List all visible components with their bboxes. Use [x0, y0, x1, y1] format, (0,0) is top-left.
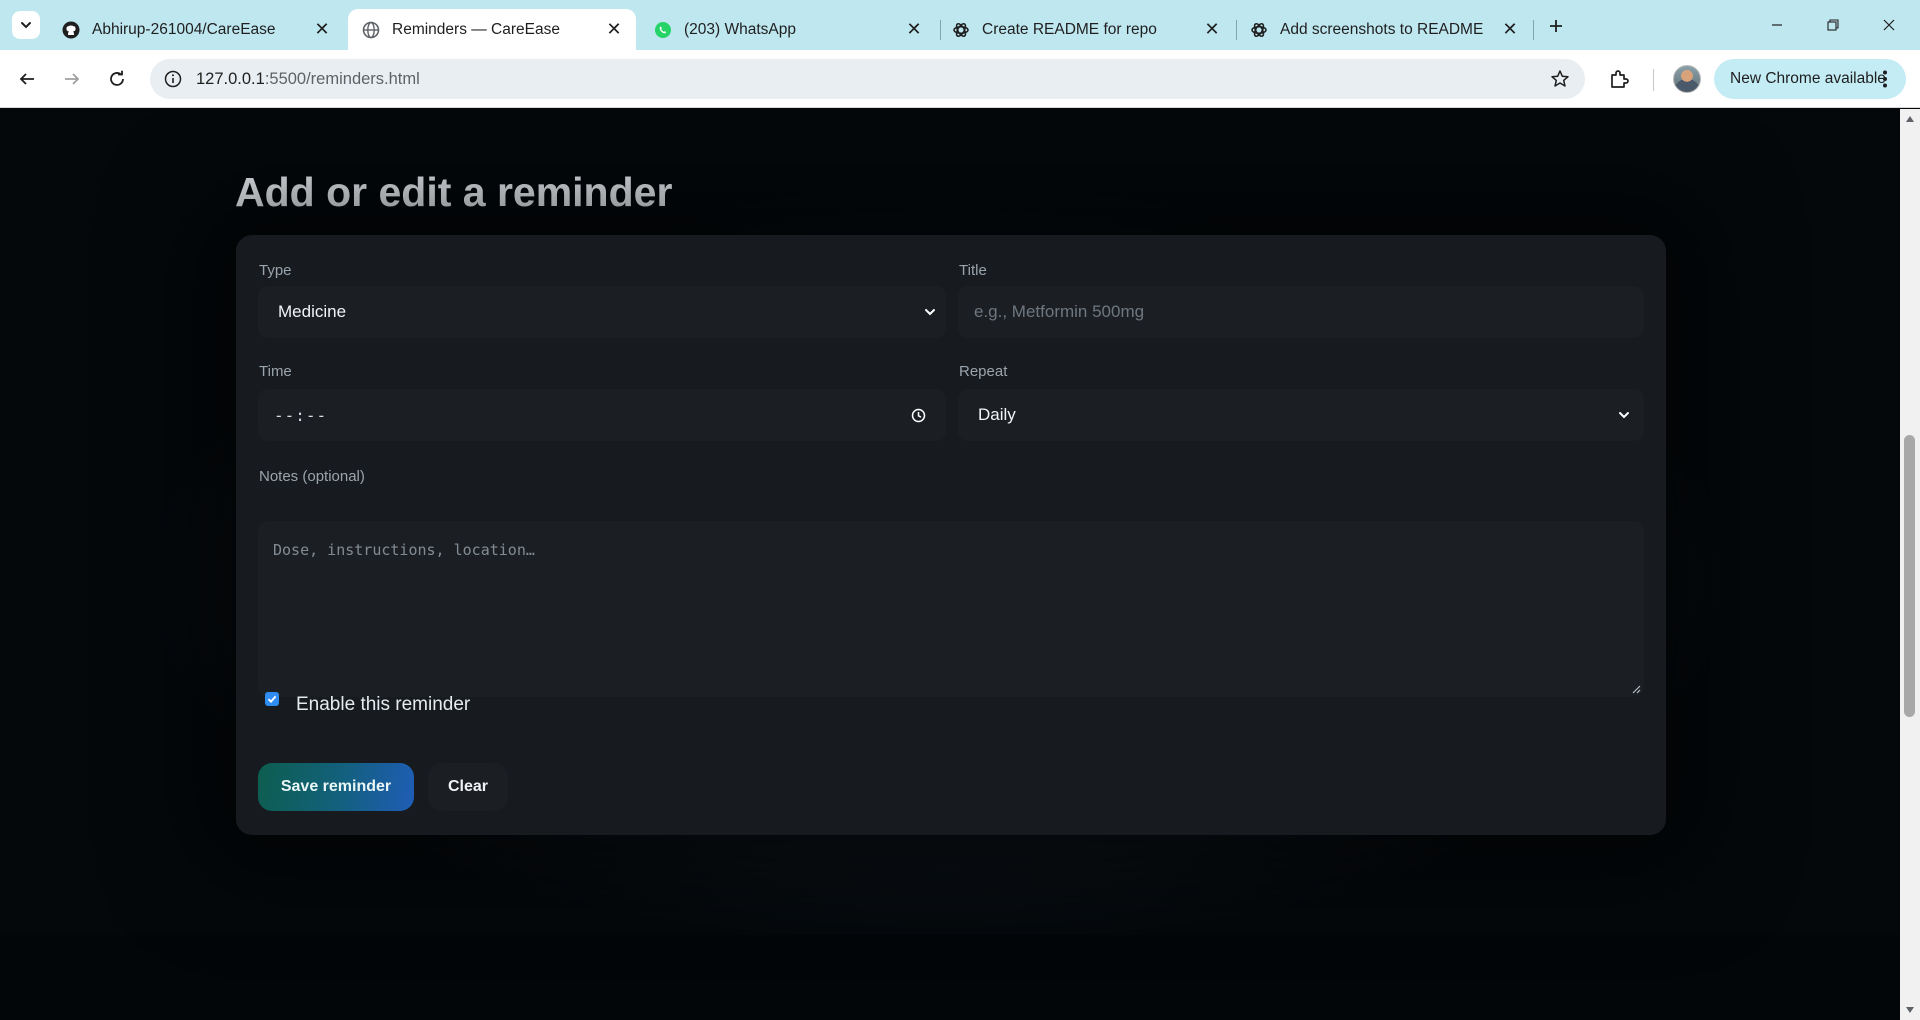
time-label: Time: [259, 363, 292, 380]
scroll-down-arrow-icon[interactable]: [1904, 1004, 1916, 1016]
address-bar[interactable]: 127.0.0.1:5500/reminders.html: [150, 59, 1585, 99]
page-title: Add or edit a reminder: [235, 169, 673, 215]
repeat-label: Repeat: [959, 363, 1008, 380]
notes-textarea[interactable]: Dose, instructions, location…: [258, 521, 1644, 697]
restore-icon: [1827, 19, 1839, 31]
page-viewport: Add or edit a reminder Type Medicine Tit…: [0, 109, 1900, 1020]
reminder-form-card: Type Medicine Title e.g., Metformin 500m…: [236, 235, 1666, 835]
tab-github[interactable]: Abhirup-261004/CareEase ✕: [48, 9, 344, 50]
tab-strip: Abhirup-261004/CareEase ✕ Reminders — Ca…: [0, 0, 1920, 50]
reload-button[interactable]: [101, 63, 133, 95]
puzzle-icon: [1611, 70, 1629, 88]
url-host: 127.0.0.1: [196, 70, 265, 88]
type-select[interactable]: Medicine: [258, 286, 946, 338]
type-label: Type: [259, 262, 292, 279]
clock-icon[interactable]: [910, 407, 926, 423]
restore-button[interactable]: [1810, 0, 1856, 50]
close-icon[interactable]: ✕: [1202, 19, 1222, 40]
forward-button[interactable]: [56, 63, 88, 95]
extensions-button[interactable]: [1605, 65, 1633, 93]
tab-title: Create README for repo: [982, 20, 1157, 38]
enable-label[interactable]: Enable this reminder: [296, 694, 470, 716]
page-scrollbar[interactable]: [1900, 109, 1920, 1020]
tab-add-screenshots[interactable]: Add screenshots to README ✕: [1236, 9, 1532, 50]
type-selected-value: Medicine: [278, 302, 347, 321]
tab-title: Reminders — CareEase: [392, 20, 560, 38]
tab-reminders[interactable]: Reminders — CareEase ✕: [348, 9, 636, 50]
arrow-right-icon: [65, 73, 80, 85]
bookmark-star-icon[interactable]: [1549, 68, 1571, 90]
resize-grip-icon[interactable]: [1631, 684, 1641, 694]
title-placeholder: e.g., Metformin 500mg: [974, 302, 1145, 321]
tab-title: (203) WhatsApp: [684, 20, 796, 38]
url-path: :5500/reminders.html: [264, 70, 420, 88]
time-value: --:--: [274, 406, 328, 425]
back-button[interactable]: [11, 63, 43, 95]
repeat-select[interactable]: Daily: [958, 389, 1644, 441]
repeat-selected-value: Daily: [978, 405, 1016, 424]
page-footer-band: [0, 935, 1900, 1020]
chevron-down-icon: [21, 22, 31, 29]
chrome-update-button[interactable]: New Chrome available: [1714, 59, 1906, 99]
tab-title: Add screenshots to README: [1280, 20, 1484, 38]
chevron-down-icon: [920, 302, 940, 322]
tab-search-button[interactable]: [12, 11, 40, 39]
time-input[interactable]: --:--: [258, 389, 946, 441]
url-text[interactable]: 127.0.0.1:5500/reminders.html: [196, 70, 420, 89]
new-tab-button[interactable]: [1543, 13, 1569, 39]
minimize-button[interactable]: [1754, 0, 1800, 50]
globe-icon: [362, 21, 380, 39]
chatgpt-icon: [952, 21, 970, 39]
save-reminder-button[interactable]: Save reminder: [258, 763, 414, 811]
clear-button[interactable]: Clear: [428, 763, 508, 811]
close-icon: [1883, 19, 1895, 31]
close-icon[interactable]: ✕: [904, 19, 924, 40]
tab-whatsapp[interactable]: (203) WhatsApp ✕: [640, 9, 936, 50]
enable-checkbox[interactable]: [265, 692, 279, 706]
notes-label: Notes (optional): [259, 468, 365, 485]
tab-title: Abhirup-261004/CareEase: [92, 20, 276, 38]
github-icon: [62, 21, 80, 39]
tab-create-readme[interactable]: Create README for repo ✕: [938, 9, 1234, 50]
reload-icon: [110, 70, 124, 86]
close-icon[interactable]: ✕: [1500, 19, 1520, 40]
scroll-up-arrow-icon[interactable]: [1904, 113, 1916, 125]
more-vert-icon[interactable]: [1876, 69, 1894, 89]
chatgpt-icon: [1250, 21, 1268, 39]
toolbar-divider: [1653, 69, 1654, 91]
close-window-button[interactable]: [1866, 0, 1912, 50]
close-icon[interactable]: ✕: [604, 19, 624, 40]
tab-separator: [1533, 20, 1534, 40]
site-info-icon[interactable]: [162, 68, 184, 90]
close-icon[interactable]: ✕: [312, 19, 332, 40]
profile-avatar[interactable]: [1673, 65, 1701, 93]
plus-icon: [1550, 20, 1562, 32]
checkmark-icon: [267, 695, 277, 703]
whatsapp-icon: [654, 21, 672, 39]
notes-placeholder: Dose, instructions, location…: [273, 541, 535, 559]
scrollbar-thumb[interactable]: [1904, 435, 1915, 717]
minimize-icon: [1772, 24, 1782, 26]
title-label: Title: [959, 262, 987, 279]
title-input[interactable]: e.g., Metformin 500mg: [958, 286, 1644, 338]
update-label: New Chrome available: [1730, 70, 1886, 87]
chevron-down-icon: [1614, 405, 1634, 425]
arrow-left-icon: [19, 73, 34, 85]
browser-toolbar: 127.0.0.1:5500/reminders.html New Chrome…: [0, 50, 1920, 108]
